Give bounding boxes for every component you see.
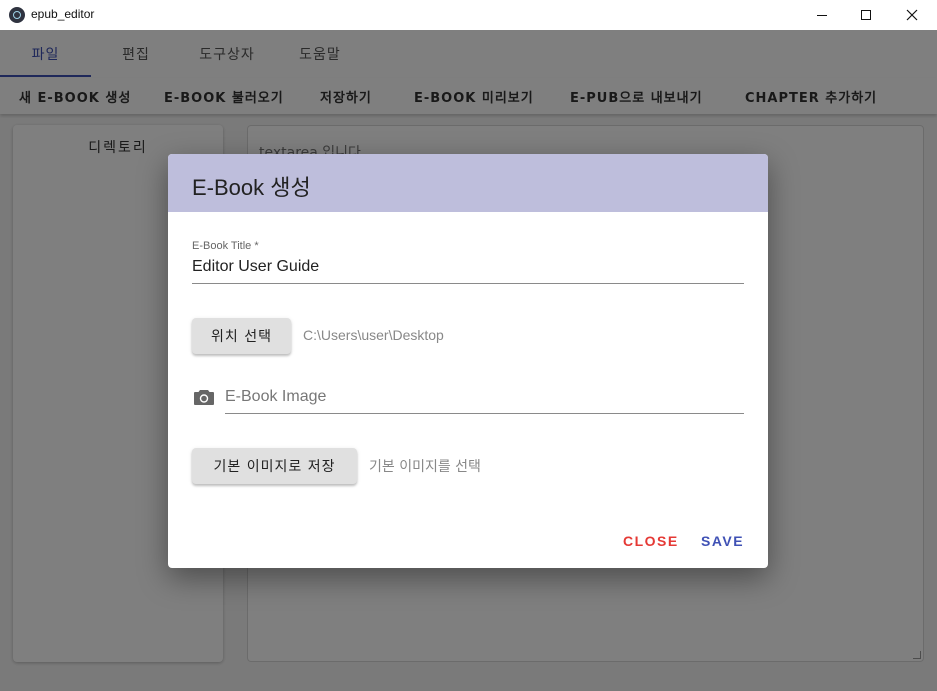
maximize-button[interactable] [843, 0, 889, 30]
window-close-button[interactable] [889, 0, 935, 30]
ebook-title-label: E-Book Title * [192, 240, 259, 252]
maximize-icon [861, 10, 871, 20]
ebook-image-input[interactable]: E-Book Image [225, 388, 326, 406]
save-button[interactable]: SAVE [701, 528, 744, 554]
camera-icon[interactable] [194, 389, 214, 405]
window-title-bar: epub_editor [0, 0, 937, 30]
create-ebook-dialog: E-Book 생성 E-Book Title * Editor User Gui… [168, 154, 768, 568]
minimize-button[interactable] [799, 0, 845, 30]
app-icon [9, 7, 25, 23]
dialog-header: E-Book 생성 [168, 154, 768, 212]
ebook-image-underline [225, 413, 744, 414]
ebook-title-underline [192, 283, 744, 284]
ebook-title-input[interactable]: Editor User Guide [192, 258, 319, 276]
minimize-icon [817, 14, 827, 16]
close-icon [906, 9, 918, 21]
close-button[interactable]: CLOSE [623, 528, 679, 554]
select-location-button[interactable]: 위치 선택 [192, 318, 291, 354]
save-default-image-button[interactable]: 기본 이미지로 저장 [192, 448, 357, 484]
default-image-note: 기본 이미지를 선택 [369, 459, 481, 475]
location-path: C:\Users\user\Desktop [303, 327, 444, 343]
dialog-title: E-Book 생성 [192, 175, 311, 200]
window-title: epub_editor [31, 7, 95, 21]
